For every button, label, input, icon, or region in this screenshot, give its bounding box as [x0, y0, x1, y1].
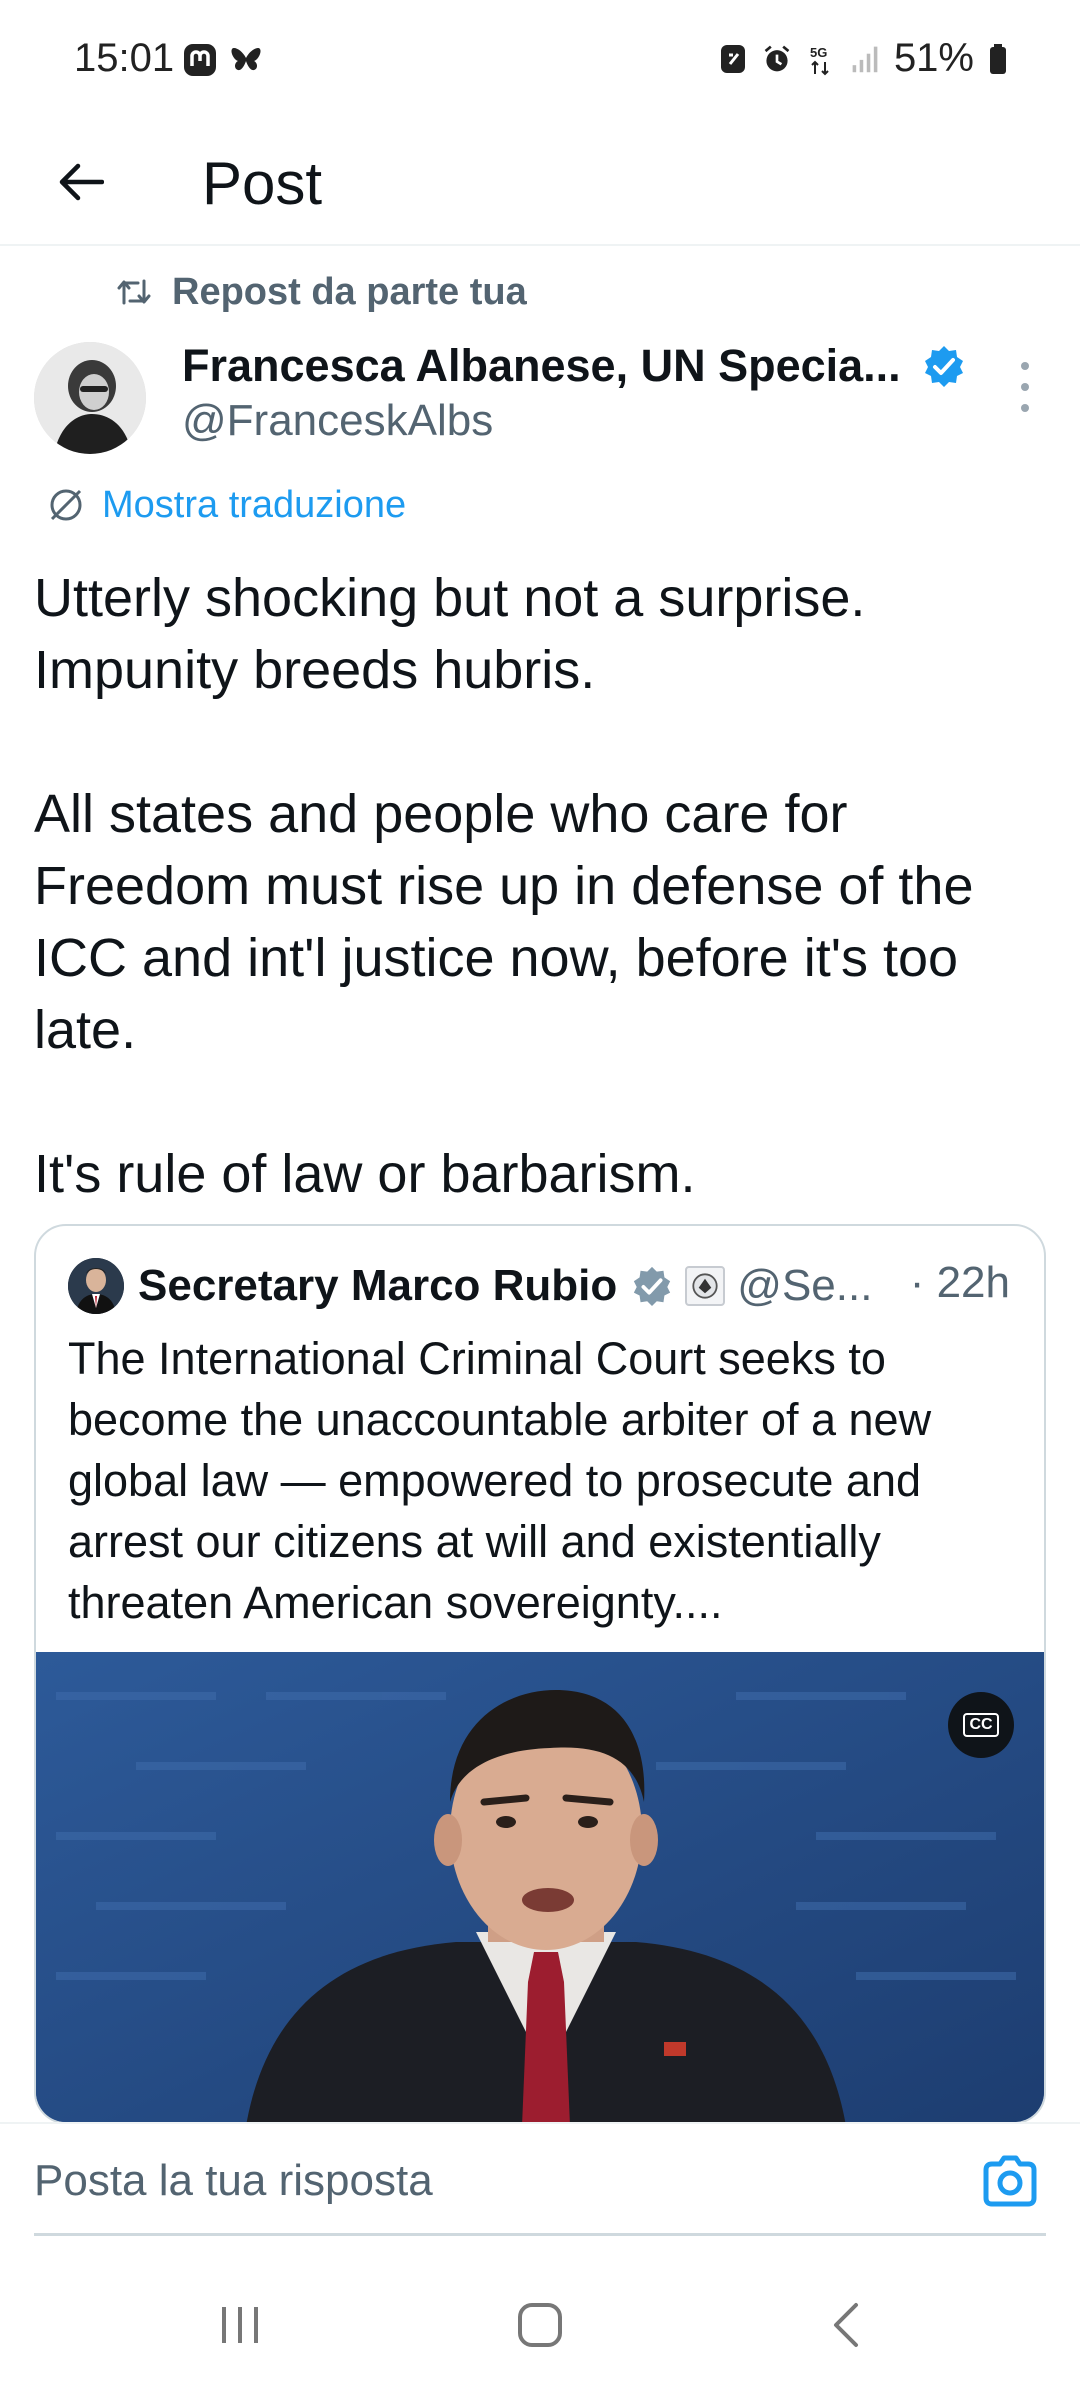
- quoted-author-name: Secretary Marco Rubio: [138, 1261, 618, 1310]
- battery-percentage: 51%: [893, 36, 974, 80]
- alarm-icon: [764, 45, 790, 71]
- quoted-author-avatar: [68, 1258, 124, 1314]
- video-thumbnail: [36, 1652, 1044, 2122]
- app-header: Post: [0, 120, 1080, 246]
- battery-saver-icon: [720, 44, 745, 73]
- home-button[interactable]: [500, 2290, 580, 2360]
- quoted-author-handle: @Se...: [737, 1261, 873, 1310]
- post-text-line: Utterly shocking but not a surprise.: [34, 568, 866, 628]
- more-dot-icon: [1021, 383, 1029, 391]
- more-dot-icon: [1021, 404, 1029, 412]
- recent-apps-button[interactable]: [200, 2290, 280, 2360]
- reply-placeholder: Posta la tua risposta: [34, 2156, 433, 2205]
- author-avatar[interactable]: [34, 342, 146, 454]
- recent-apps-icon: [222, 2307, 258, 2343]
- quoted-post-header: Secretary Marco Rubio @Se...: [68, 1256, 872, 1316]
- mastodon-icon: [184, 44, 216, 76]
- translate-label: Mostra traduzione: [102, 483, 407, 526]
- page-title: Post: [202, 150, 323, 217]
- svg-text:5G: 5G: [810, 45, 827, 60]
- post-text-line: All states and people who care for: [34, 784, 848, 844]
- more-dot-icon: [1021, 362, 1029, 370]
- post-text-line: Impunity breeds hubris.: [34, 640, 596, 700]
- reply-input[interactable]: Posta la tua risposta: [34, 2140, 1046, 2236]
- system-navigation-bar: [0, 2250, 1080, 2400]
- home-icon: [518, 2303, 562, 2347]
- post-text-line: ICC and int'l justice now, before it's t…: [34, 928, 959, 988]
- post-text-line: Freedom must rise up in defense of the: [34, 856, 974, 916]
- status-bar: 15:01 5G 51%: [0, 0, 1080, 120]
- author-name[interactable]: Francesca Albanese, UN Specia...: [182, 340, 901, 392]
- author-handle[interactable]: @FranceskAlbs: [182, 396, 493, 446]
- post-body: Utterly shocking but not a surprise. Imp…: [34, 562, 1054, 1210]
- status-time: 15:01: [74, 36, 175, 80]
- captions-button[interactable]: CC: [948, 1692, 1014, 1758]
- signal-icon: [852, 46, 878, 72]
- repost-indicator[interactable]: Repost da parte tua: [116, 268, 527, 316]
- translate-icon: [50, 489, 82, 521]
- arrow-left-icon: [59, 163, 104, 201]
- bluesky-icon: [231, 48, 261, 71]
- quoted-post[interactable]: Secretary Marco Rubio @Se... · 22h The I…: [34, 1224, 1046, 2124]
- avatar-photo: [68, 1258, 124, 1314]
- repost-icon: [117, 279, 151, 305]
- quoted-post-text: The International Criminal Court seeks t…: [68, 1333, 932, 1628]
- quoted-post-video[interactable]: CC: [36, 1652, 1044, 2122]
- repost-label: Repost da parte tua: [172, 270, 527, 313]
- network-5g-icon: 5G: [810, 45, 829, 75]
- verified-badge-icon: [925, 346, 963, 387]
- state-department-seal-icon: [685, 1266, 726, 1306]
- post-text-line: It's rule of law or barbarism.: [34, 1144, 696, 1204]
- avatar-photo: [34, 342, 146, 454]
- system-back-button[interactable]: [806, 2290, 886, 2360]
- back-button[interactable]: [48, 150, 112, 214]
- gray-verified-badge-icon: [634, 1266, 671, 1307]
- more-options-button[interactable]: [1010, 362, 1040, 412]
- post-text-line: late.: [34, 1000, 137, 1060]
- battery-icon: [990, 43, 1006, 74]
- quoted-post-time: · 22h: [909, 1258, 1010, 1307]
- reply-bar: Posta la tua risposta: [0, 2122, 1080, 2250]
- translate-link[interactable]: Mostra traduzione: [46, 480, 406, 530]
- cc-label: CC: [963, 1713, 999, 1737]
- chevron-left-icon: [834, 2303, 858, 2347]
- camera-icon[interactable]: [978, 2150, 1042, 2214]
